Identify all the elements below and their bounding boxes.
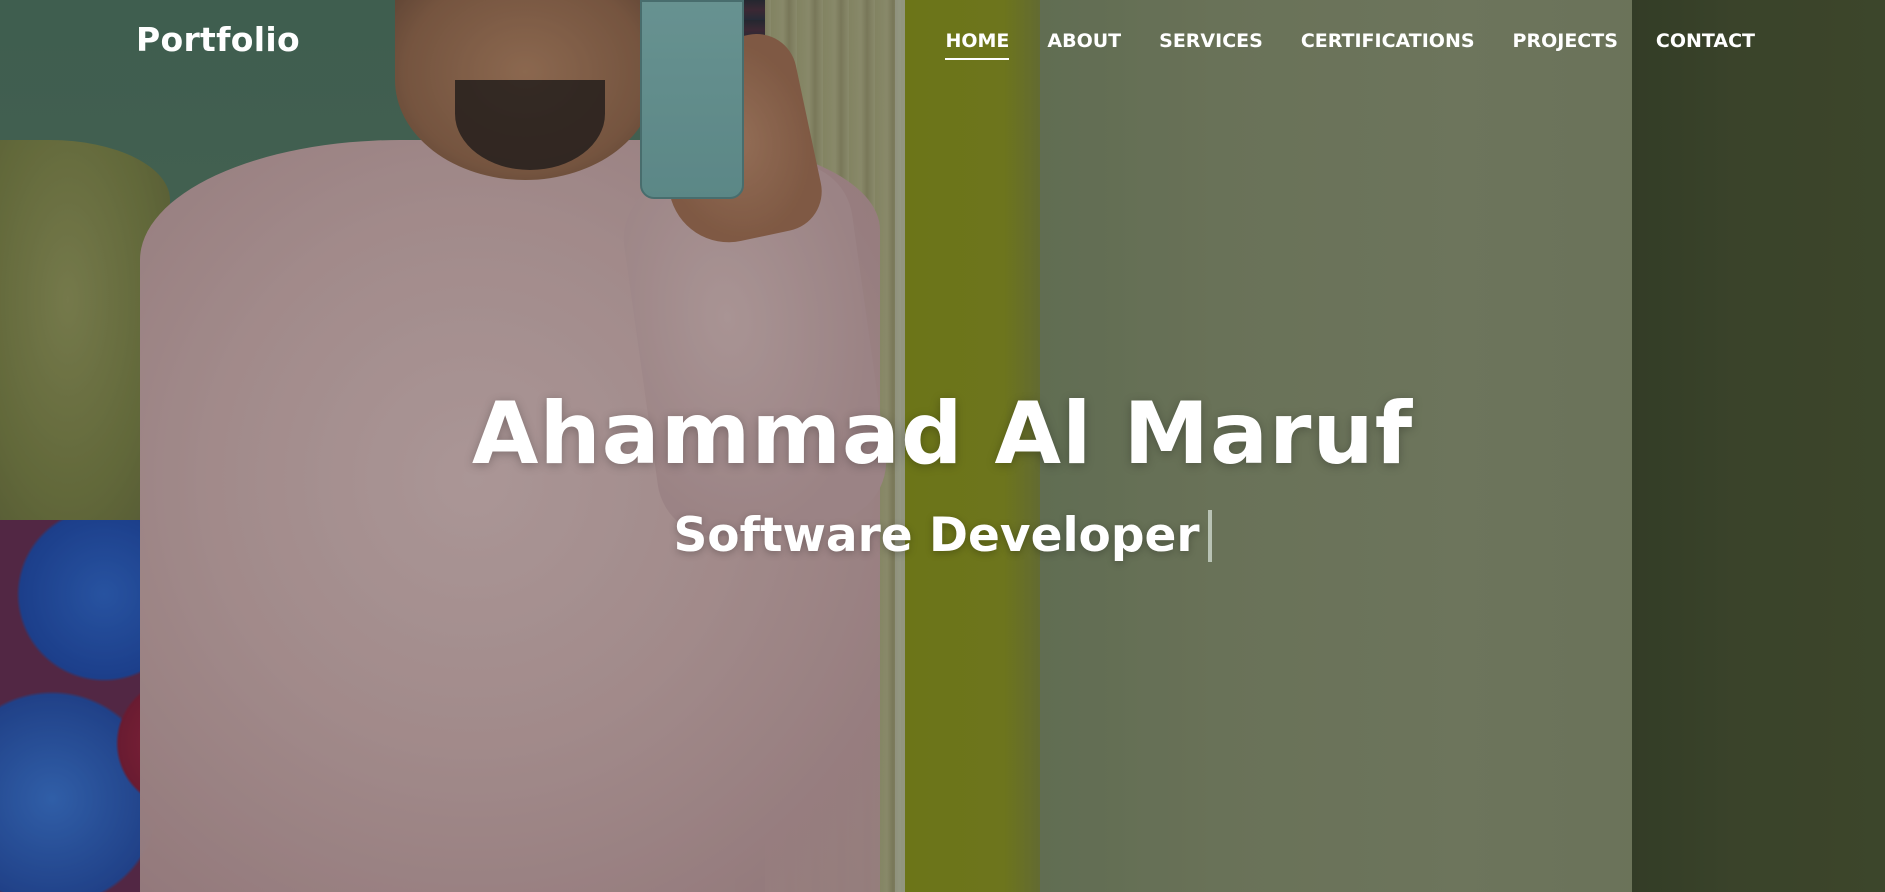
nav-menu: HOME ABOUT SERVICES CERTIFICATIONS PROJE…: [945, 30, 1755, 52]
nav-item-about: ABOUT: [1047, 30, 1121, 52]
hero-role-wrap: Software Developer: [673, 506, 1212, 566]
nav-item-projects: PROJECTS: [1513, 30, 1618, 52]
brand-logo-link[interactable]: Portfolio: [136, 20, 300, 59]
typing-cursor-icon: [1207, 510, 1212, 562]
hero-text-block: Ahammad Al Maruf Software Developer: [0, 382, 1885, 566]
hero-name: Ahammad Al Maruf: [471, 384, 1414, 484]
nav-item-contact: CONTACT: [1656, 30, 1755, 52]
nav-item-certifications: CERTIFICATIONS: [1301, 30, 1475, 52]
nav-link-about[interactable]: ABOUT: [1047, 30, 1121, 60]
navbar: Portfolio HOME ABOUT SERVICES CERTIFICAT…: [0, 0, 1885, 86]
nav-link-projects[interactable]: PROJECTS: [1513, 30, 1618, 60]
nav-link-home[interactable]: HOME: [945, 30, 1009, 60]
nav-item-services: SERVICES: [1159, 30, 1263, 52]
nav-link-contact[interactable]: CONTACT: [1656, 30, 1755, 60]
nav-link-certifications[interactable]: CERTIFICATIONS: [1301, 30, 1475, 60]
nav-link-services[interactable]: SERVICES: [1159, 30, 1263, 60]
nav-item-home: HOME: [945, 30, 1009, 52]
hero-section: Portfolio HOME ABOUT SERVICES CERTIFICAT…: [0, 0, 1885, 892]
hero-role: Software Developer: [673, 508, 1200, 563]
